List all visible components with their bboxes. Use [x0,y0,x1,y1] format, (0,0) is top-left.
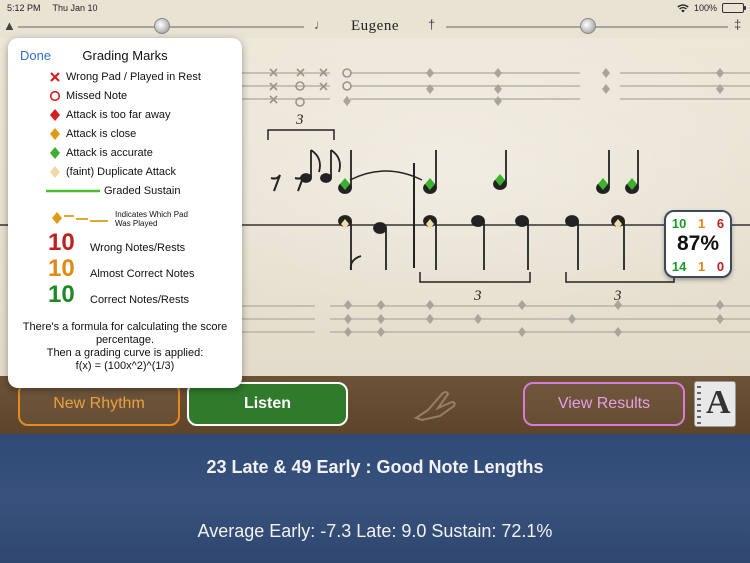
volume-slider-knob[interactable] [154,18,170,34]
popup-top-row: 10 1 6 [666,216,730,231]
battery-icon [722,3,746,13]
new-rhythm-button[interactable]: New Rhythm [18,382,180,426]
legend-label: Wrong Notes/Rests [90,242,186,254]
lower-staff-lines [240,305,750,333]
legend-sustain: Graded Sustain [8,182,242,201]
score-sample-correct: 10 [48,281,75,308]
status-date: Thu Jan 10 [52,3,98,13]
tuplet-bracket-top [267,129,335,140]
tuplet-bracket-bottom [419,272,675,283]
diamond-orange-icon [46,126,64,142]
legend-too-far: Attack is too far away [8,106,242,125]
diamond-red-icon [46,107,64,123]
notebook-icon[interactable]: A [694,381,736,427]
score-sample-almost: 10 [48,255,75,282]
popup-almost-2: 1 [698,259,706,274]
grading-diamonds [340,174,637,229]
notebook-letter: A [706,384,731,421]
legend-score-wrong: 10 Wrong Notes/Rests [8,229,242,264]
tuplet-label-left: 3 [473,288,482,304]
rests [270,174,305,192]
popup-correct-2: 14 [671,259,687,274]
listen-button[interactable]: Listen [187,382,348,426]
legend-label: (faint) Duplicate Attack [66,166,177,178]
legend-label: Attack is accurate [66,147,153,159]
legend-score-correct: 10 Correct Notes/Rests [8,281,242,316]
x-mark-icon [46,69,64,85]
legend-pad: Indicates Which Pad Was Played [8,208,242,230]
upper-notes [300,149,639,194]
popup-almost: 1 [698,216,706,231]
legend-score-almost: 10 Almost Correct Notes [8,255,242,290]
sustain-line-icon [46,183,100,199]
tuplet-label-top: 3 [295,112,304,128]
upper-staff-lines [240,72,750,100]
formula-line-1: There's a formula for calculating the sc… [22,321,228,346]
panel-title: Grading Marks [82,48,168,63]
diamond-faint-icon [46,164,64,180]
status-bar: 5:12 PM Thu Jan 10 100% [0,0,750,16]
legend-label: Almost Correct Notes [90,268,195,280]
diamond-green-icon [46,145,64,161]
circle-mark-icon [46,88,64,104]
popup-correct: 10 [671,216,687,231]
popup-wrong-2: 0 [716,259,725,274]
status-right: 100% [677,3,746,13]
popup-wrong: 6 [716,216,725,231]
legend-duplicate: (faint) Duplicate Attack [8,163,242,182]
legend-label: Attack is too far away [66,109,171,121]
tempo-bar: ▲ ♩ Eugene † ‡ [0,16,750,38]
legend-label: Correct Notes/Rests [90,294,190,306]
legend-close: Attack is close [8,125,242,144]
walking-icon: † [428,17,436,32]
tempo-slider-knob[interactable] [580,18,596,34]
legend-wrong-pad: Wrong Pad / Played in Rest [8,68,242,87]
view-results-button[interactable]: View Results [523,382,685,426]
piece-title: Eugene [351,18,399,34]
results-averages: Average Early: -7.3 Late: 9.0 Sustain: 7… [197,521,553,541]
tap-hand-icon[interactable] [412,388,458,422]
legend-accurate: Attack is accurate [8,144,242,163]
quarter-note-icon: ♩ [314,17,327,32]
legend-label: Wrong Pad / Played in Rest [66,71,201,83]
score-popup[interactable]: 10 1 6 87% 14 1 0 [664,210,732,278]
results-summary: 23 Late & 49 Early : Good Note Lengths [206,457,544,477]
popup-bottom-row: 14 1 0 [666,259,730,274]
grading-marks-panel: Done Grading Marks Wrong Pad / Played in… [8,38,242,388]
ghost-marks [269,68,352,107]
legend-pad-label: Indicates Which Pad Was Played [115,210,188,228]
battery-percent: 100% [693,3,717,13]
wifi-icon [677,3,689,12]
legend-label: Graded Sustain [104,185,181,197]
lower-notes [338,215,625,271]
done-button[interactable]: Done [20,48,51,63]
legend-label: Missed Note [66,90,128,102]
status-time: 5:12 PM [7,3,41,13]
score-sample-wrong: 10 [48,229,75,256]
formula-line-3: f(x) = (100x^2)^(1/3) [75,360,175,372]
runner-icon: ‡ [734,17,742,32]
formula-line-2: Then a grading curve is applied: [46,347,204,359]
formula-note: There's a formula for calculating the sc… [14,321,236,373]
legend-missed-note: Missed Note [8,87,242,106]
notebook-spiral [697,386,701,424]
popup-percent: 87% [676,232,720,255]
pad-indicator-icon [52,210,110,226]
metronome-icon: ▲ [3,18,16,33]
legend-label: Attack is close [66,128,137,140]
results-info: 23 Late & 49 Early : Good Note Lengths A… [0,434,750,563]
